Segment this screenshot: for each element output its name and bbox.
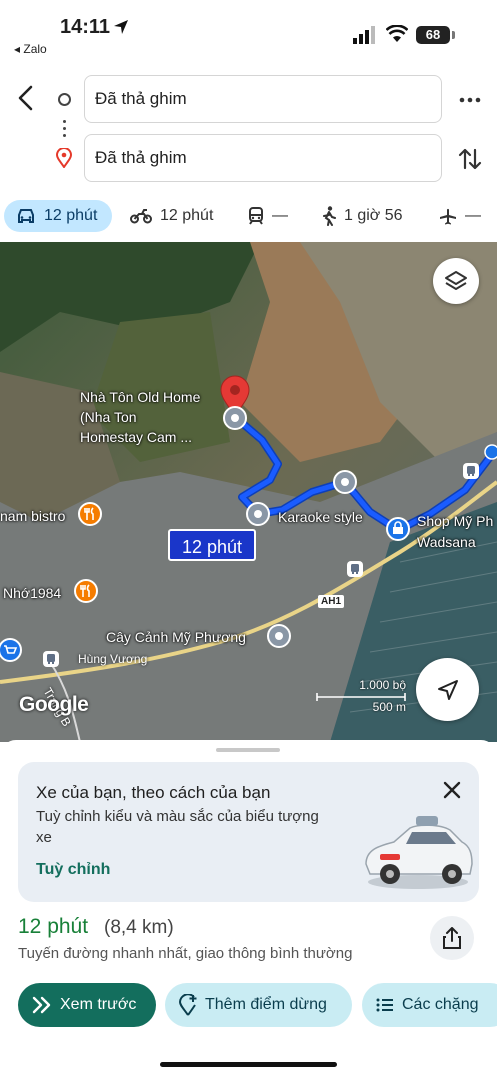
travel-mode-tabs: 12 phút 12 phút — 1 giờ 56 — — [0, 200, 497, 234]
shop-marker-icon — [386, 517, 410, 541]
layers-icon — [445, 271, 467, 290]
car-illustration-icon — [365, 816, 473, 889]
share-icon — [443, 927, 461, 949]
signal-icon — [353, 26, 375, 44]
origin-input[interactable]: Đã thả ghim — [84, 75, 442, 123]
car-time: 12 phút — [44, 207, 98, 224]
steps-button[interactable]: Các chặng — [362, 983, 497, 1027]
promo-title: Xe của bạn, theo cách của bạn — [36, 783, 271, 802]
map-label-nho[interactable]: Nhớ1984 — [3, 585, 61, 601]
airplane-icon — [440, 208, 456, 225]
shopping-cart-icon — [0, 638, 22, 662]
battery-indicator: 68 — [416, 26, 450, 44]
route-description: Tuyến đường nhanh nhất, giao thông bình … — [18, 945, 353, 962]
back-arrow-icon[interactable] — [14, 84, 38, 112]
scale-bottom-label: 500 m — [372, 700, 406, 714]
route-time-callout[interactable]: 12 phút — [168, 529, 256, 561]
transit-time: — — [272, 207, 288, 224]
restaurant-icon — [78, 502, 102, 526]
cay-canh-marker-icon — [267, 624, 291, 648]
tab-walk[interactable]: 1 giờ 56 — [322, 200, 403, 232]
bottom-sheet: Xe của bạn, theo cách của bạn Tuỳ chỉnh … — [0, 740, 497, 1080]
tab-car[interactable]: 12 phút — [4, 200, 112, 232]
motorbike-time: 12 phút — [160, 207, 214, 224]
restaurant-icon — [74, 579, 98, 603]
share-button[interactable] — [430, 916, 474, 960]
map-label-karaoke[interactable]: Karaoke style — [278, 509, 363, 525]
add-stop-button[interactable]: Thêm điểm dừng — [165, 983, 352, 1027]
satellite-map — [0, 242, 497, 742]
start-pin-icon — [223, 406, 247, 430]
home-indicator[interactable] — [160, 1062, 337, 1067]
preview-label: Xem trước — [60, 996, 137, 1013]
swap-direction-icon[interactable] — [458, 146, 482, 172]
car-icon — [18, 209, 34, 223]
road-label-hung-vuong: Hùng Vương — [78, 652, 148, 666]
map-label-nha-ton-3: Homestay Cam ... — [80, 429, 193, 445]
scale-top-label: 1.000 bộ — [359, 678, 406, 692]
sheet-drag-handle[interactable] — [216, 748, 280, 752]
map-label-nha-ton[interactable]: Nhà Tôn Old Home — [80, 389, 200, 405]
bus-stop-icon — [463, 463, 479, 479]
map-label-nha-ton-2: (Nha Ton — [80, 409, 137, 425]
route-duration: 12 phút — [18, 915, 89, 938]
layers-button[interactable] — [433, 258, 479, 304]
steps-label: Các chặng — [402, 996, 479, 1013]
walking-icon — [323, 206, 336, 226]
google-logo: Google — [19, 693, 89, 716]
walk-time: 1 giờ 56 — [344, 207, 403, 224]
tab-motorbike[interactable]: 12 phút — [130, 200, 213, 232]
search-marker-icon — [484, 444, 497, 460]
status-bar: 14:11 ◂ Zalo 68 — [0, 0, 497, 60]
flight-time: — — [465, 207, 481, 224]
wifi-icon — [386, 25, 408, 42]
bus-stop-icon — [347, 561, 363, 577]
location-arrow-icon — [114, 20, 128, 34]
back-to-app-link[interactable]: ◂ Zalo — [14, 42, 47, 56]
train-icon — [249, 207, 263, 225]
customize-link[interactable]: Tuỳ chỉnh — [36, 861, 110, 879]
map-label-cay-canh[interactable]: Cây Cảnh Mỹ Phương — [106, 629, 246, 645]
add-stop-label: Thêm điểm dừng — [205, 996, 327, 1013]
promo-description: Tuỳ chỉnh kiểu và màu sắc của biểu tượng… — [36, 808, 319, 846]
map-scale: 1.000 bộ 500 m — [316, 678, 406, 714]
add-location-icon — [179, 994, 197, 1016]
tab-flight[interactable]: — — [439, 200, 481, 232]
bus-stop-icon — [43, 651, 59, 667]
route-actions: Xem trước Thêm điểm dừng Các chặng — [0, 983, 497, 1029]
more-options-icon[interactable] — [458, 88, 482, 112]
status-time: 14:11 — [60, 16, 111, 38]
map-label-shop-2: Wadsana — [417, 534, 476, 550]
preview-button[interactable]: Xem trước — [18, 983, 156, 1027]
battery-tip — [452, 31, 455, 39]
my-location-button[interactable] — [416, 658, 479, 721]
close-icon[interactable] — [440, 778, 464, 802]
double-chevron-icon — [32, 996, 51, 1014]
vehicle-promo-card: Xe của bạn, theo cách của bạn Tuỳ chỉnh … — [18, 762, 479, 902]
tab-transit[interactable]: — — [248, 200, 288, 232]
route-dots-icon — [63, 120, 66, 138]
list-icon — [376, 998, 393, 1012]
destination-pin-icon — [56, 148, 72, 168]
route-distance: (8,4 km) — [104, 917, 174, 938]
karaoke-marker-icon — [333, 470, 357, 494]
map-label-shop[interactable]: Shop Mỹ Ph — [417, 513, 493, 529]
motorbike-icon — [130, 209, 152, 224]
map-label-bistro[interactable]: nam bistro — [0, 508, 65, 524]
destination-input[interactable]: Đã thả ghim — [84, 134, 442, 182]
highway-badge-ah1: AH1 — [318, 595, 345, 608]
origin-circle-icon — [58, 93, 71, 106]
navigation-arrow-icon — [437, 679, 458, 700]
map-view[interactable]: Nhà Tôn Old Home (Nha Ton Homestay Cam .… — [0, 242, 497, 742]
